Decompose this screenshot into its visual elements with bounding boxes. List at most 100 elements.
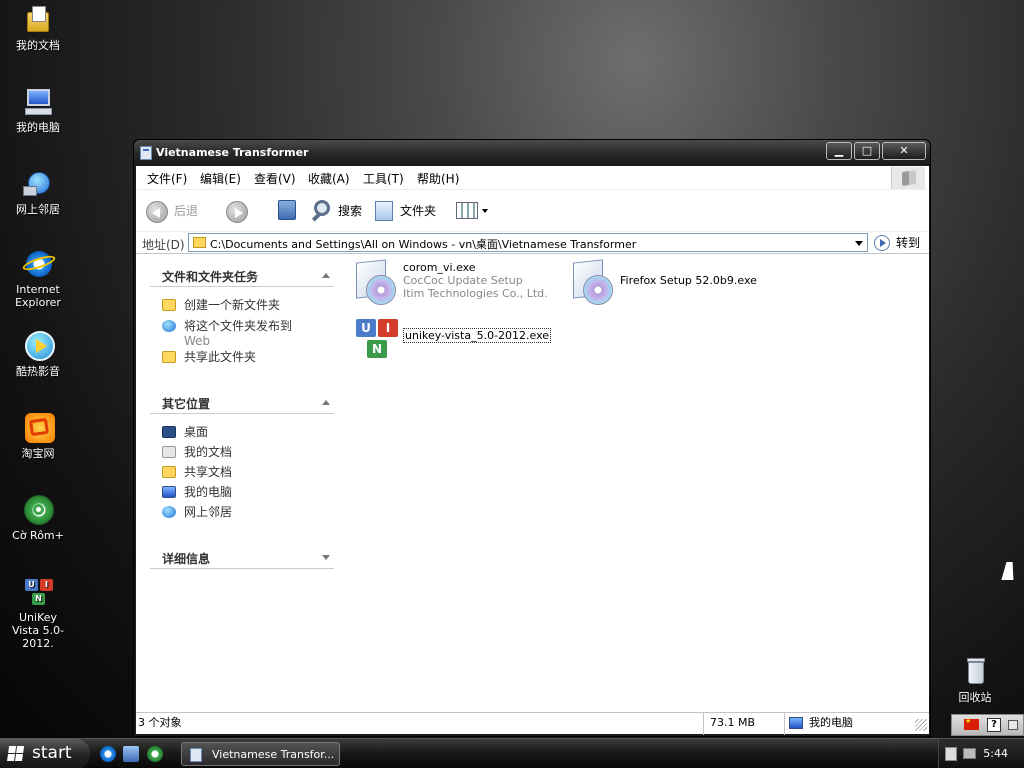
desktop-icon-internet-explorer[interactable]: Internet Explorer	[0, 248, 76, 309]
status-location: 我的电脑	[809, 716, 853, 729]
address-input[interactable]: C:\Documents and Settings\All on Windows…	[188, 233, 868, 252]
desktop-icon-network[interactable]: 网上邻居	[0, 168, 76, 216]
task-label-cont: Web	[184, 334, 211, 348]
file-list: corom_vi.exe CocCoc Update Setup Itim Te…	[346, 254, 929, 713]
status-zone: 我的电脑	[784, 713, 914, 735]
address-dropdown-button[interactable]	[851, 234, 867, 251]
file-tasks-header[interactable]: 文件和文件夹任务	[150, 265, 334, 287]
start-label: start	[32, 743, 72, 763]
chinese-flag-icon[interactable]	[964, 717, 979, 730]
place-label: 网上邻居	[184, 505, 233, 519]
file-name: unikey-vista_5.0-2012.exe	[403, 328, 552, 343]
other-places-header[interactable]: 其它位置	[150, 392, 334, 414]
file-item-firefox[interactable]: Firefox Setup 52.0b9.exe	[569, 259, 769, 309]
new-folder-icon	[162, 299, 176, 311]
explorer-content: 文件和文件夹任务 创建一个新文件夹 将这个文件夹发布到 Web 共享此文件夹 其…	[136, 253, 929, 713]
start-button[interactable]: start	[0, 739, 90, 768]
forward-arrow-icon	[226, 200, 248, 223]
safely-remove-icon[interactable]	[945, 747, 957, 761]
language-bar-options-icon[interactable]	[1008, 720, 1018, 730]
menu-bar: 文件(F) 编辑(E) 查看(V) 收藏(A) 工具(T) 帮助(H)	[136, 166, 929, 189]
menu-edit[interactable]: 编辑(E)	[200, 170, 241, 187]
my-computer-icon	[789, 717, 803, 729]
show-desktop-icon[interactable]	[123, 746, 139, 762]
file-item-corom[interactable]: corom_vi.exe CocCoc Update Setup Itim Te…	[352, 259, 552, 309]
go-arrow-icon	[874, 235, 890, 251]
up-button[interactable]	[276, 198, 302, 224]
folder-icon	[193, 237, 206, 248]
taskbar-window-button[interactable]: Vietnamese Transfor...	[181, 742, 340, 766]
back-arrow-icon	[146, 200, 168, 223]
details-title: 详细信息	[162, 552, 211, 566]
search-button[interactable]: 搜索	[311, 198, 372, 224]
media-player-icon	[22, 330, 55, 362]
clock[interactable]: 5:44	[983, 747, 1008, 760]
close-button[interactable]: ✕	[882, 142, 926, 160]
maximize-icon: □	[861, 144, 873, 157]
task-label: 将这个文件夹发布到	[184, 319, 293, 333]
details-header[interactable]: 详细信息	[150, 547, 334, 569]
resize-grip[interactable]	[915, 719, 927, 731]
file-name: corom_vi.exe	[403, 261, 476, 274]
title-bar[interactable]: Vietnamese Transformer ▁ □ ✕	[134, 140, 930, 166]
desktop-icon-label: 我的文档	[16, 39, 60, 52]
place-label: 桌面	[184, 425, 209, 439]
menu-view[interactable]: 查看(V)	[254, 170, 296, 187]
menu-file[interactable]: 文件(F)	[147, 170, 187, 187]
forward-button[interactable]	[226, 198, 260, 224]
recycle-bin-icon	[959, 656, 991, 688]
address-bar: 地址(D) C:\Documents and Settings\All on W…	[136, 231, 929, 253]
maximize-button[interactable]: □	[854, 142, 880, 160]
windows-logo-icon	[902, 170, 916, 186]
mouse-cursor-icon	[1001, 562, 1019, 580]
place-label: 共享文档	[184, 465, 233, 479]
desktop-icon-kuplayer[interactable]: 酷热影音	[0, 330, 76, 378]
file-description: CocCoc Update Setup	[403, 274, 523, 287]
desktop-icon-my-computer[interactable]: 我的电脑	[0, 86, 76, 134]
minimize-button[interactable]: ▁	[826, 142, 852, 160]
chevron-down-icon	[482, 209, 488, 213]
views-icon	[456, 202, 478, 219]
folder-window-icon	[190, 748, 202, 762]
desktop-icon-my-documents[interactable]: 我的文档	[0, 4, 76, 52]
share-folder-icon	[162, 351, 176, 363]
taobao-icon	[22, 412, 55, 444]
language-bar[interactable]: ?	[951, 714, 1024, 736]
search-label: 搜索	[338, 204, 363, 218]
menu-tools[interactable]: 工具(T)	[363, 170, 404, 187]
place-label: 我的文档	[184, 445, 233, 459]
volume-icon[interactable]	[963, 748, 976, 759]
other-places-title: 其它位置	[162, 397, 211, 411]
help-button[interactable]: ?	[987, 718, 1001, 732]
menu-help[interactable]: 帮助(H)	[417, 170, 459, 187]
desktop-icon-unikey[interactable]: U I N UniKey Vista 5.0-2012.	[0, 576, 76, 650]
desktop-icon-taobao[interactable]: 淘宝网	[0, 412, 76, 460]
folders-button[interactable]: 文件夹	[374, 198, 444, 224]
minimize-icon: ▁	[834, 144, 844, 157]
file-item-unikey[interactable]: U I N unikey-vista_5.0-2012.exe	[352, 316, 552, 364]
back-button[interactable]: 后退	[146, 198, 208, 224]
desktop-icon-label: 酷热影音	[16, 365, 60, 378]
desktop-icon-label: Internet Explorer	[15, 283, 61, 309]
taskbar: start Vietnamese Transfor... 5:44	[0, 738, 1024, 768]
window-title: Vietnamese Transformer	[156, 146, 309, 159]
coccoc-browser-icon[interactable]	[147, 746, 163, 762]
expand-icon	[322, 555, 330, 560]
place-label: 我的电脑	[184, 485, 233, 499]
internet-explorer-icon[interactable]	[100, 746, 116, 762]
unikey-icon: U I N	[22, 576, 54, 608]
network-places-icon	[22, 168, 54, 200]
close-icon: ✕	[899, 144, 909, 157]
desktop-icon-label: 网上邻居	[16, 203, 60, 216]
menu-favorites[interactable]: 收藏(A)	[308, 170, 350, 187]
views-button[interactable]	[454, 198, 492, 224]
collapse-icon	[322, 273, 330, 278]
desktop-icon-recycle-bin[interactable]: 回收站	[937, 656, 1013, 704]
setup-installer-icon	[569, 259, 615, 307]
windows-logo-icon	[7, 746, 25, 762]
system-tray: 5:44	[938, 739, 1024, 768]
task-label: 创建一个新文件夹	[184, 298, 281, 312]
my-computer-icon	[162, 486, 176, 498]
my-documents-icon	[22, 4, 54, 36]
desktop-icon-coccoc[interactable]: Cờ Rôm+	[0, 494, 76, 542]
